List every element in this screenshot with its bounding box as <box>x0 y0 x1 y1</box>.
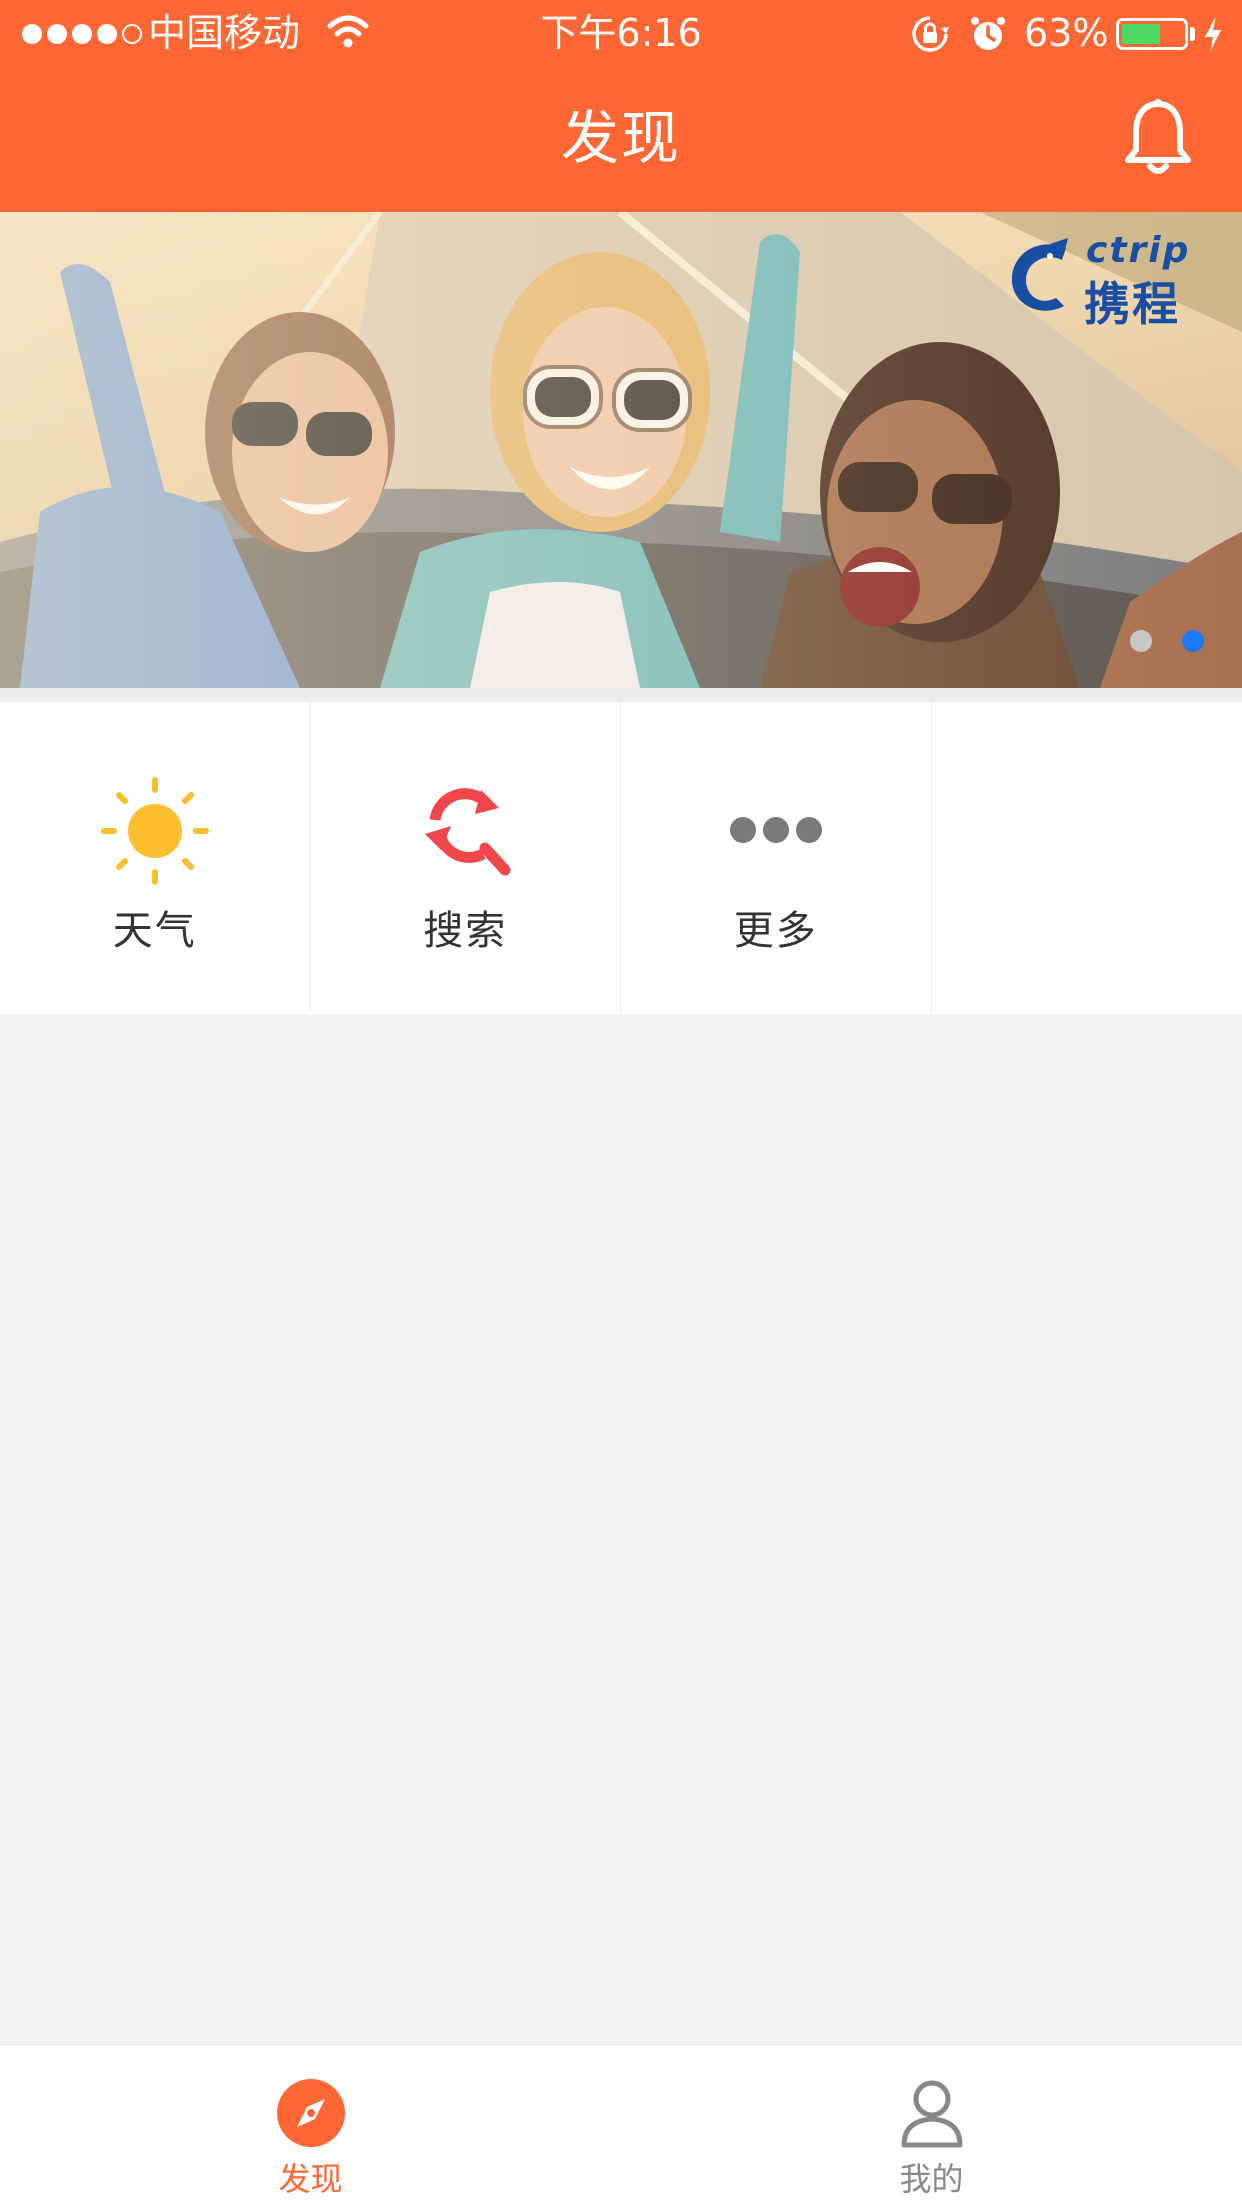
battery-nub <box>1190 27 1195 41</box>
feature-label: 天气 <box>112 908 197 954</box>
battery-icon <box>1116 18 1188 50</box>
banner-pager <box>1130 630 1204 652</box>
alarm-icon <box>971 17 1005 50</box>
promo-banner[interactable]: ctrip 携程 <box>0 212 1242 688</box>
dolphin-logo-icon <box>1011 238 1068 311</box>
brand-name-cn: 携程 <box>1084 277 1180 331</box>
more-dots-icon <box>730 817 822 843</box>
tab-label: 我的 <box>899 2160 964 2198</box>
feature-weather[interactable]: 天气 <box>0 702 311 1014</box>
user-icon <box>901 2080 963 2148</box>
pager-dot[interactable] <box>1130 630 1152 652</box>
tab-discover[interactable]: 发现 <box>0 2045 621 2208</box>
feature-more[interactable]: 更多 <box>621 702 932 1014</box>
feature-label: 更多 <box>733 908 818 954</box>
page-title: 发现 <box>560 104 681 172</box>
battery-percent: 63% <box>1024 11 1109 55</box>
feature-label: 搜索 <box>423 908 508 954</box>
rotation-lock-icon <box>912 16 949 52</box>
feature-empty-slot <box>932 702 1242 1014</box>
search-refresh-icon <box>424 788 510 876</box>
compass-icon <box>277 2079 345 2147</box>
brand-name-en: ctrip <box>1086 230 1191 271</box>
header: 中国移动 下午6:16 63% 发现 <box>0 0 1242 212</box>
feature-grid: 天气 搜索 更多 <box>0 702 1242 1014</box>
bell-icon[interactable] <box>1118 96 1198 180</box>
feature-search[interactable]: 搜索 <box>311 702 621 1014</box>
charging-icon <box>1205 16 1221 52</box>
sun-icon <box>101 777 209 885</box>
status-bar: 中国移动 下午6:16 63% <box>0 0 1242 66</box>
tab-label: 发现 <box>278 2160 343 2198</box>
tab-bar: 发现 我的 <box>0 2044 1242 2208</box>
pager-dot-active[interactable] <box>1182 630 1204 652</box>
ctrip-logo: ctrip 携程 <box>1006 230 1218 331</box>
section-divider <box>0 688 1242 702</box>
tab-mine[interactable]: 我的 <box>621 2045 1242 2208</box>
